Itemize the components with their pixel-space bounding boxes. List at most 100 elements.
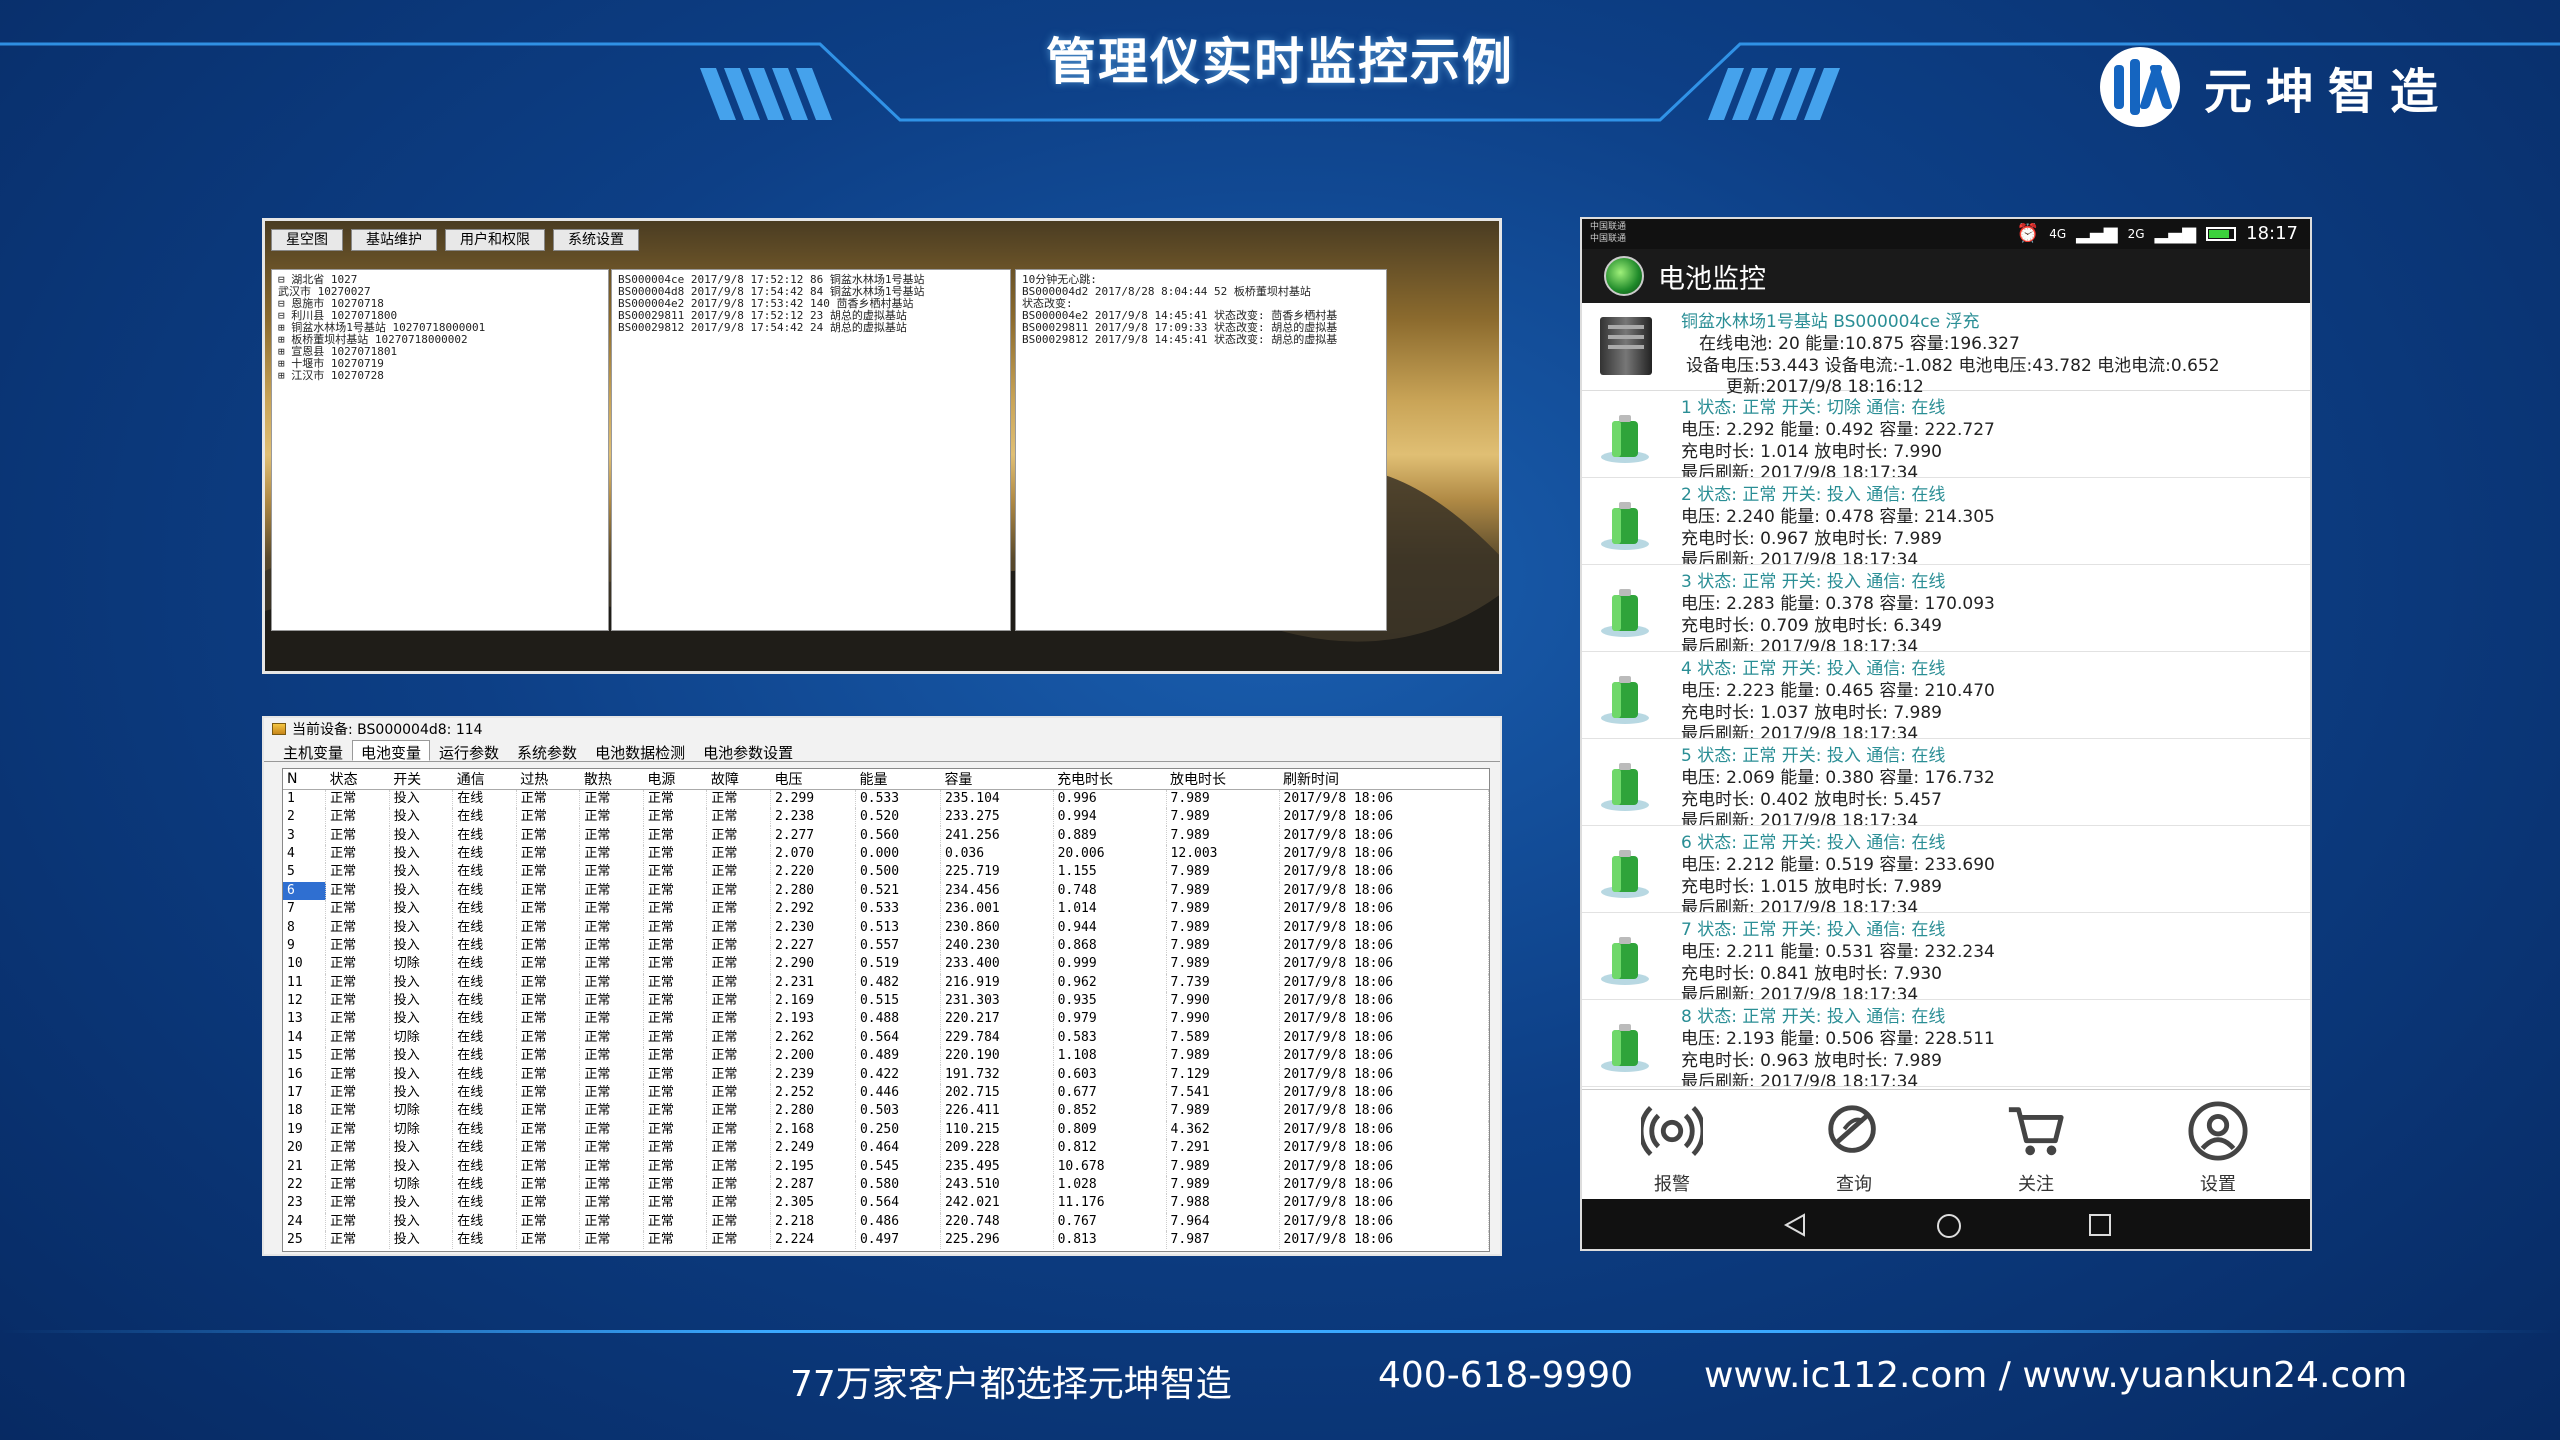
- column-header[interactable]: 故障: [706, 769, 771, 790]
- table-cell: 正常: [325, 1157, 390, 1176]
- table-row[interactable]: 19 正常 切除 在线 正常 正常 正常 正常 2.168 0.250 110.215 0.809 4.…: [283, 1120, 1490, 1140]
- table-row[interactable]: 25 正常 投入 在线 正常 正常 正常 正常 2.224 0.497 225.296 0.813 7.…: [283, 1230, 1490, 1250]
- heartbeat-log[interactable]: BS000004ce 2017/9/8 17:52:12 86 铜盆水林场1号基…: [611, 269, 1011, 631]
- column-header[interactable]: 容量: [940, 769, 1054, 790]
- column-header[interactable]: 放电时长: [1166, 769, 1280, 790]
- table-cell: 235.495: [940, 1157, 1054, 1176]
- table-cell: 110.215: [940, 1120, 1054, 1140]
- table-row[interactable]: 9 正常 投入 在线 正常 正常 正常 正常 2.227 0.557 240.230 0.868 7.9…: [283, 936, 1490, 956]
- battery-icon: [1601, 502, 1649, 550]
- table-row[interactable]: 11 正常 投入 在线 正常 正常 正常 正常 2.231 0.482 216.919 0.962 7.…: [283, 973, 1490, 992]
- table-row[interactable]: 3 正常 投入 在线 正常 正常 正常 正常 2.277 0.560 241.256 0.889 7.9…: [283, 826, 1490, 845]
- station-maintenance-button[interactable]: 基站维护: [351, 229, 437, 251]
- battery-list-item[interactable]: 5 状态: 正常 开关: 投入 通信: 在线 电压: 2.069 能量: 0.38…: [1582, 739, 2310, 826]
- column-header[interactable]: N: [283, 769, 326, 790]
- battery-icon: [1601, 415, 1649, 463]
- table-row[interactable]: 6 正常 投入 在线 正常 正常 正常 正常 2.280 0.521 234.456 0.748 7.9…: [283, 881, 1490, 900]
- column-header[interactable]: 散热: [579, 769, 644, 790]
- battery-data-grid[interactable]: N 状态 开关 通信 过热 散热 电源 故障 电压 能量 容量 充电时长 放电时长 刷新时间 1 正常 投入在…: [282, 768, 1490, 1252]
- table-row[interactable]: 4 正常 投入 在线 正常 正常 正常 正常 2.070 0.000 0.036 20.006 12.0…: [283, 844, 1490, 864]
- star-map-button[interactable]: 星空图: [271, 229, 343, 251]
- table-row[interactable]: 17 正常 投入 在线 正常 正常 正常 正常 2.252 0.446 202.715 0.677 7.…: [283, 1083, 1490, 1103]
- column-header[interactable]: 开关: [389, 769, 453, 790]
- tab-host-variables[interactable]: 主机变量: [274, 740, 352, 762]
- signal-icon: ▂▄▆: [2154, 223, 2197, 244]
- column-header[interactable]: 能量: [855, 769, 941, 790]
- nav-query[interactable]: 查询: [1794, 1100, 1914, 1196]
- table-row[interactable]: 14 正常 切除 在线 正常 正常 正常 正常 2.262 0.564 229.784 0.583 7.…: [283, 1028, 1490, 1048]
- station-tree-window: 星空图 基站维护 用户和权限 系统设置 ⊟ 湖北省 1027 武汉市 10270…: [262, 218, 1502, 674]
- tab-battery-variables[interactable]: 电池变量: [352, 740, 431, 762]
- table-cell: 7.990: [1166, 991, 1280, 1011]
- tree-node[interactable]: ⊞ 江汉市 10270728: [278, 370, 602, 382]
- battery-list-item[interactable]: 2 状态: 正常 开关: 投入 通信: 在线 电压: 2.240 能量: 0.47…: [1582, 478, 2310, 565]
- table-cell: 4: [283, 844, 327, 864]
- tab-run-params[interactable]: 运行参数: [430, 740, 508, 762]
- footer-website[interactable]: www.ic112.com / www.yuankun24.com: [1704, 1355, 2407, 1396]
- table-cell: 2017/9/8 18:06: [1279, 1047, 1490, 1066]
- table-row[interactable]: 23 正常 投入 在线 正常 正常 正常 正常 2.305 0.564 242.021 11.176 7…: [283, 1194, 1490, 1213]
- table-cell: 在线: [452, 973, 517, 992]
- table-row[interactable]: 15 正常 投入 在线 正常 正常 正常 正常 2.200 0.489 220.190 1.108 7.…: [283, 1047, 1490, 1066]
- column-header[interactable]: 电源: [643, 769, 707, 790]
- table-cell: 正常: [643, 918, 708, 937]
- tab-battery-detection[interactable]: 电池数据检测: [586, 740, 694, 762]
- column-header[interactable]: 充电时长: [1053, 769, 1167, 790]
- back-icon[interactable]: [1782, 1212, 1808, 1238]
- footer-slogan: 77万家客户都选择元坤智造: [790, 1364, 1232, 1405]
- table-row[interactable]: 5 正常 投入 在线 正常 正常 正常 正常 2.220 0.500 225.719 1.155 7.9…: [283, 863, 1490, 882]
- tab-battery-settings[interactable]: 电池参数设置: [694, 740, 802, 762]
- alarm-icon: [1638, 1106, 1706, 1156]
- nav-alarm[interactable]: 报警: [1612, 1100, 1732, 1196]
- battery-list-item[interactable]: 6 状态: 正常 开关: 投入 通信: 在线 电压: 2.212 能量: 0.51…: [1582, 826, 2310, 913]
- table-row[interactable]: 12 正常 投入 在线 正常 正常 正常 正常 2.169 0.515 231.303 0.935 7.…: [283, 991, 1490, 1011]
- table-cell: 2.280: [770, 881, 856, 900]
- recent-apps-icon[interactable]: [2087, 1212, 2113, 1238]
- table-row[interactable]: 7 正常 投入 在线 正常 正常 正常 正常 2.292 0.533 236.001 1.014 7.9…: [283, 899, 1490, 919]
- home-icon[interactable]: [1935, 1212, 1963, 1240]
- table-cell: 正常: [643, 1212, 708, 1231]
- table-row[interactable]: 8 正常 投入 在线 正常 正常 正常 正常 2.230 0.513 230.860 0.944 7.9…: [283, 918, 1490, 937]
- column-header[interactable]: 通信: [452, 769, 517, 790]
- table-cell: 正常: [706, 1047, 771, 1066]
- table-row[interactable]: 16 正常 投入 在线 正常 正常 正常 正常 2.239 0.422 191.732 0.603 7.…: [283, 1065, 1490, 1084]
- table-row[interactable]: 10 正常 切除 在线 正常 正常 正常 正常 2.290 0.519 233.400 0.999 7.…: [283, 955, 1490, 974]
- table-row[interactable]: 20 正常 投入 在线 正常 正常 正常 正常 2.249 0.464 209.228 0.812 7.…: [283, 1139, 1490, 1158]
- table-cell: 2017/9/8 18:06: [1279, 973, 1490, 992]
- users-permissions-button[interactable]: 用户和权限: [445, 229, 545, 251]
- alert-log[interactable]: 10分钟无心跳: BS000004d2 2017/8/28 8:04:44 52…: [1015, 269, 1387, 631]
- table-cell: 正常: [325, 973, 390, 992]
- battery-list-item[interactable]: 7 状态: 正常 开关: 投入 通信: 在线 电压: 2.211 能量: 0.53…: [1582, 913, 2310, 1000]
- region-tree[interactable]: ⊟ 湖北省 1027 武汉市 10270027 ⊟ 恩施市 10270718 ⊟…: [271, 269, 609, 631]
- column-header[interactable]: 状态: [325, 769, 390, 790]
- footer-phone[interactable]: 400-618-9990: [1378, 1355, 1633, 1396]
- table-cell: 2017/9/8 18:06: [1279, 1010, 1490, 1029]
- table-cell: 切除: [389, 1028, 454, 1048]
- nav-settings[interactable]: 设置: [2158, 1100, 2278, 1196]
- table-cell: 正常: [516, 1230, 581, 1250]
- battery-list-item[interactable]: 1 状态: 正常 开关: 切除 通信: 在线 电压: 2.292 能量: 0.49…: [1582, 391, 2310, 478]
- table-cell: 7.989: [1166, 826, 1280, 845]
- table-row[interactable]: 13 正常 投入 在线 正常 正常 正常 正常 2.193 0.488 220.217 0.979 7.…: [283, 1010, 1490, 1029]
- table-row[interactable]: 18 正常 切除 在线 正常 正常 正常 正常 2.280 0.503 226.411 0.852 7.…: [283, 1102, 1490, 1121]
- table-cell: 正常: [579, 1047, 644, 1066]
- table-cell: 0.482: [855, 973, 941, 992]
- system-settings-button[interactable]: 系统设置: [553, 229, 639, 251]
- tab-system-params[interactable]: 系统参数: [508, 740, 586, 762]
- table-row[interactable]: 2 正常 投入 在线 正常 正常 正常 正常 2.238 0.520 233.275 0.994 7.9…: [283, 808, 1490, 827]
- nav-follow[interactable]: 关注: [1976, 1100, 2096, 1196]
- table-row[interactable]: 21 正常 投入 在线 正常 正常 正常 正常 2.195 0.545 235.495 10.678 7…: [283, 1157, 1490, 1176]
- column-header[interactable]: 刷新时间: [1279, 769, 1489, 790]
- table-cell: 投入: [389, 899, 454, 919]
- table-cell: 投入: [389, 826, 454, 845]
- column-header[interactable]: 电压: [770, 769, 856, 790]
- battery-list-item[interactable]: 4 状态: 正常 开关: 投入 通信: 在线 电压: 2.223 能量: 0.46…: [1582, 652, 2310, 739]
- table-row[interactable]: 24 正常 投入 在线 正常 正常 正常 正常 2.218 0.486 220.748 0.767 7.…: [283, 1212, 1490, 1231]
- table-row[interactable]: 22 正常 切除 在线 正常 正常 正常 正常 2.287 0.580 243.510 1.028 7.…: [283, 1175, 1490, 1195]
- battery-list-item[interactable]: 8 状态: 正常 开关: 投入 通信: 在线 电压: 2.193 能量: 0.50…: [1582, 1000, 2310, 1087]
- table-cell: 220.190: [940, 1047, 1054, 1066]
- column-header[interactable]: 过热: [516, 769, 580, 790]
- station-summary[interactable]: 铜盆水林场1号基站 BS000004ce 浮充 在线电池: 20 能量:10.8…: [1582, 303, 2310, 397]
- battery-list-item[interactable]: 3 状态: 正常 开关: 投入 通信: 在线 电压: 2.283 能量: 0.37…: [1582, 565, 2310, 652]
- table-row[interactable]: 1 正常 投入 在线 正常 正常 正常 正常 2.299 0.533 235.104 0.996 7.9…: [283, 789, 1490, 808]
